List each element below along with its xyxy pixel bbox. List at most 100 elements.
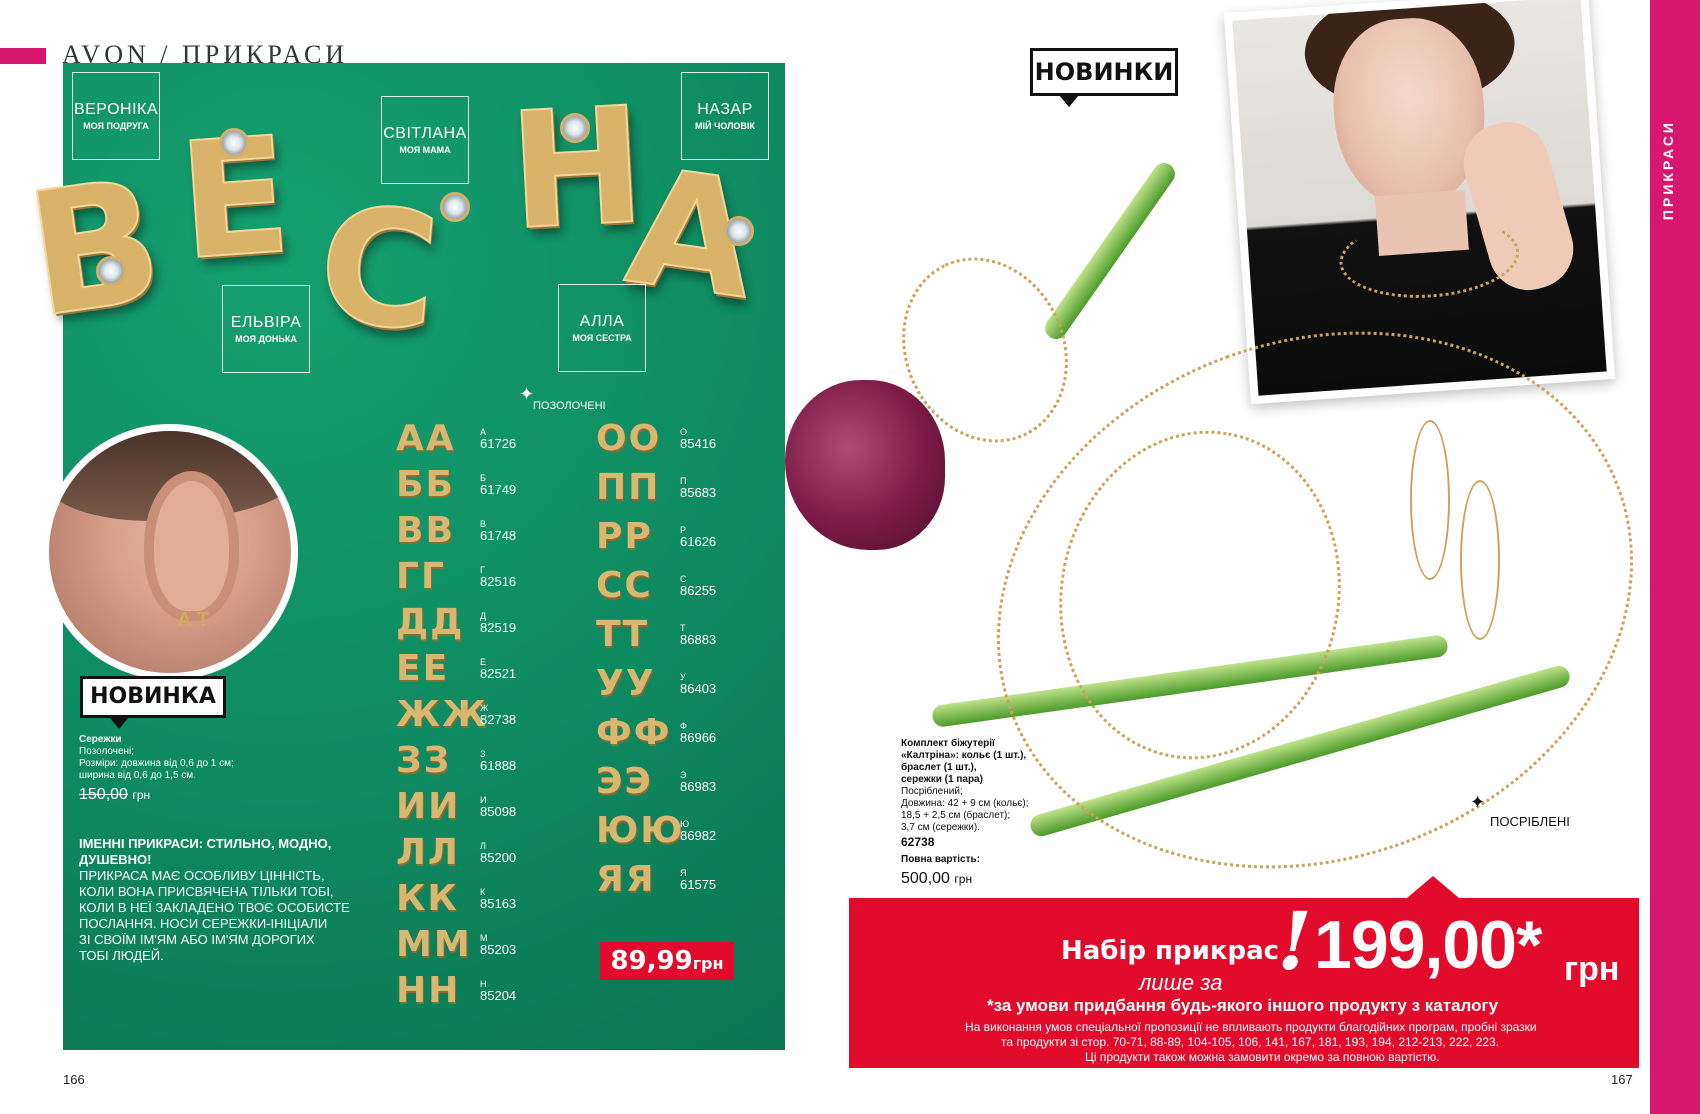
desc-line: Довжина: 42 + 9 см (кольє); bbox=[901, 798, 1029, 809]
product-code: 86982 bbox=[680, 827, 717, 843]
letter-earring-image: ФФ bbox=[596, 712, 672, 753]
price-tag: 89,99грн bbox=[600, 942, 734, 980]
headline: ДУШЕВНО! bbox=[79, 852, 152, 867]
letter-code-block: И 85098 bbox=[480, 795, 516, 819]
letter-earring-row: ВВ В 61748 bbox=[396, 510, 516, 551]
model-necklace bbox=[1336, 211, 1522, 304]
letter-earring-row: ЕЕ Е 82521 bbox=[396, 648, 516, 689]
letter-earring-image: ПП bbox=[596, 467, 661, 508]
product-code: 85683 bbox=[680, 484, 717, 500]
letter-code-block: О 85416 bbox=[680, 427, 716, 451]
letter-code-block: Б 61749 bbox=[480, 473, 516, 497]
brand-accent-bar bbox=[0, 48, 46, 64]
letter-earring-image: РР bbox=[596, 516, 653, 557]
offer-condition: *за умови придбання будь-якого іншого пр… bbox=[987, 996, 1499, 1015]
letter-earring-image: ЯЯ bbox=[596, 859, 656, 900]
crystal-gem bbox=[560, 113, 590, 143]
letter-code-block: А 61726 bbox=[480, 427, 516, 451]
letter-code-block: Э 86983 bbox=[680, 770, 716, 794]
name-role: МОЯ МАМА bbox=[399, 145, 451, 155]
name-role: МОЯ ПОДРУГА bbox=[83, 121, 149, 131]
letter-code-block: Ж 82738 bbox=[480, 703, 516, 727]
section-side-label: ПРИКРАСИ bbox=[1660, 120, 1676, 221]
new-badge: НОВИНКА bbox=[80, 676, 226, 729]
letter-label: З bbox=[480, 748, 486, 759]
name-label: АЛЛА bbox=[579, 313, 625, 330]
gilded-label: ПОЗОЛОЧЕНІ bbox=[533, 400, 606, 412]
product-code: 82521 bbox=[480, 665, 517, 681]
desc-line: 18,5 + 2,5 см (браслет); bbox=[901, 810, 1011, 821]
sparkle-icon: ✦ bbox=[1470, 792, 1486, 812]
price-currency: грн bbox=[692, 954, 724, 973]
desc-line: сережки (1 пара) bbox=[901, 774, 983, 785]
earring-drop bbox=[1460, 480, 1500, 640]
price-value: 89,99 bbox=[610, 946, 693, 976]
product-title: Сережки bbox=[79, 734, 122, 745]
letter-earring-row: ЯЯ Я 61575 bbox=[596, 859, 716, 900]
letter-earring-row: ЭЭ Э 86983 bbox=[596, 761, 716, 802]
letter-label: Я bbox=[680, 867, 687, 878]
earrings-description: Сережки Позолочені; Розміри: довжина від… bbox=[79, 734, 279, 804]
name-box-elvira: ЕЛЬВІРА МОЯ ДОНЬКА bbox=[222, 285, 310, 373]
letter-earring-image: ВВ bbox=[396, 510, 455, 551]
letter-label: Т bbox=[680, 622, 686, 633]
fine-print: На виконання умов спеціальної пропозиції… bbox=[965, 1020, 1537, 1034]
letter-code-block: П 85683 bbox=[680, 476, 716, 500]
letter-earring-row: УУ У 86403 bbox=[596, 663, 716, 704]
letter-label: О bbox=[680, 426, 688, 437]
name-role: МІЙ ЧОЛОВІК bbox=[695, 121, 755, 131]
product-code: 85163 bbox=[480, 895, 517, 911]
description-block: ІМЕННІ ПРИКРАСИ: СТИЛЬНО, МОДНО, ДУШЕВНО… bbox=[79, 836, 379, 964]
body-line: ПРИКРАСА МАЄ ОСОБЛИВУ ЦІННІСТЬ, bbox=[79, 868, 325, 883]
new-badge-label: НОВИНКА bbox=[90, 684, 216, 709]
product-code: 62738 bbox=[901, 835, 935, 849]
letter-earring-row: ЛЛ Л 85200 bbox=[396, 832, 516, 873]
product-code: 61575 bbox=[680, 876, 717, 892]
old-price-currency: грн bbox=[132, 788, 151, 802]
product-line: Позолочені; bbox=[79, 746, 135, 757]
letter-earring-row: ББ Б 61749 bbox=[396, 464, 516, 505]
letter-code-block: Р 61626 bbox=[680, 525, 716, 549]
desc-line: «Калтріна»: кольє (1 шт.), bbox=[901, 750, 1027, 761]
crystal-gem bbox=[724, 216, 754, 246]
product-code: 85098 bbox=[480, 803, 517, 819]
letter-label: У bbox=[680, 671, 686, 682]
letter-label: Р bbox=[680, 524, 687, 535]
letter-earring-image: СС bbox=[596, 565, 653, 606]
full-price-label: Повна вартість: bbox=[901, 854, 980, 865]
name-label: НАЗАР bbox=[697, 101, 753, 118]
letter-earring-image: ИИ bbox=[396, 786, 461, 827]
big-letter-n: Н bbox=[504, 71, 650, 267]
letter-code-block: К 85163 bbox=[480, 887, 516, 911]
letter-code-block: М 85203 bbox=[480, 933, 516, 957]
page-number: 166 bbox=[63, 1072, 85, 1087]
exclamation-mark: ! bbox=[1277, 894, 1313, 988]
letter-earring-row: ГГ Г 82516 bbox=[396, 556, 516, 597]
sparkle-icon: ✦ bbox=[519, 384, 535, 404]
full-price-value: 500,00 bbox=[901, 870, 950, 887]
crystal-gem bbox=[440, 192, 470, 222]
big-letter-v: В bbox=[16, 141, 174, 357]
big-letter-s: С bbox=[311, 169, 446, 368]
letter-code-block: Л 85200 bbox=[480, 841, 516, 865]
letter-code-block: З 61888 bbox=[480, 749, 516, 773]
product-code: 86983 bbox=[680, 778, 717, 794]
new-items-label: НОВИНКИ bbox=[1034, 58, 1174, 86]
letter-earring-image: УУ bbox=[596, 663, 656, 704]
letter-earring-image: КК bbox=[396, 878, 459, 919]
letter-label: С bbox=[680, 573, 687, 584]
letter-earring-row: ЖЖ Ж 82738 bbox=[396, 694, 516, 735]
letter-label: Д bbox=[480, 610, 487, 621]
letter-label: Г bbox=[480, 564, 485, 575]
desc-line: 3,7 см (сережки). bbox=[901, 822, 980, 833]
product-code: 86966 bbox=[680, 729, 717, 745]
crystal-gem bbox=[96, 256, 126, 286]
fine-print: та продукти зі стор. 70-71, 88-89, 104-1… bbox=[1001, 1035, 1500, 1049]
letter-earring-row: ИИ И 85098 bbox=[396, 786, 516, 827]
letter-earring-row: ОО О 85416 bbox=[596, 418, 716, 459]
letter-label: Б bbox=[480, 472, 486, 483]
letter-label: Ю bbox=[680, 818, 690, 829]
offer-set-label: Набір прикрас bbox=[1061, 936, 1280, 966]
letter-earring-image: ЮЮ bbox=[596, 810, 685, 851]
letter-code-block: Е 82521 bbox=[480, 657, 516, 681]
